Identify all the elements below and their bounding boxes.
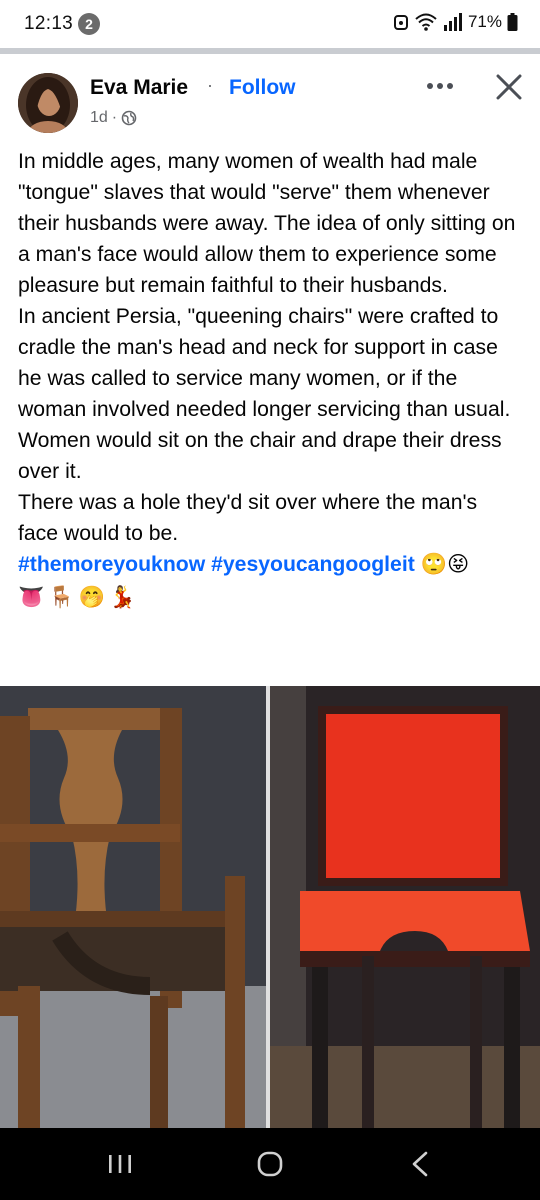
recents-icon[interactable] xyxy=(96,1148,144,1180)
status-icons: 71% xyxy=(393,12,518,32)
hashtag-line: #themoreyouknow #yesyoucangoogleit 🙄😝 xyxy=(18,549,518,580)
home-icon[interactable] xyxy=(246,1148,294,1180)
emoji: 🙄 xyxy=(420,553,448,576)
post-paragraph: Women would sit on the chair and drape t… xyxy=(18,429,502,483)
hashtag-link[interactable]: #yesyoucangoogleit xyxy=(211,553,415,576)
alarm-icon xyxy=(393,15,408,30)
notification-count-badge: 2 xyxy=(78,13,100,35)
post-age[interactable]: 1d xyxy=(90,109,108,127)
post-body: In middle ages, many women of wealth had… xyxy=(18,146,518,612)
hashtag-link[interactable]: #themoreyouknow xyxy=(18,553,205,576)
post-photo[interactable] xyxy=(0,686,540,1128)
author-avatar[interactable] xyxy=(18,73,78,133)
emoji-row: 👅 🪑 🤭 💃 xyxy=(18,582,518,612)
signal-icon xyxy=(443,13,462,31)
author-name[interactable]: Eva Marie xyxy=(90,76,188,100)
post-meta: 1d · xyxy=(90,109,137,127)
close-icon[interactable] xyxy=(492,70,526,104)
battery-percent: 71% xyxy=(467,12,502,31)
wifi-icon xyxy=(415,13,437,31)
emoji: 🤭 xyxy=(78,585,106,609)
post-paragraph: In ancient Persia, "queening chairs" wer… xyxy=(18,305,511,421)
back-icon[interactable] xyxy=(396,1148,444,1180)
status-bar: 12:13 2 71% xyxy=(0,0,540,48)
emoji: 💃 xyxy=(109,585,136,609)
post-header: Eva Marie · Follow 1d · xyxy=(0,54,540,144)
follow-button[interactable]: Follow xyxy=(229,76,296,100)
emoji: 😝 xyxy=(447,553,470,576)
system-navigation-bar xyxy=(0,1128,540,1200)
battery-icon xyxy=(507,13,518,31)
emoji: 👅 xyxy=(18,585,45,609)
status-time: 12:13 xyxy=(24,13,74,34)
post-paragraph: In middle ages, many women of wealth had… xyxy=(18,150,516,297)
name-separator: · xyxy=(207,75,213,95)
more-options-icon[interactable] xyxy=(422,72,458,100)
globe-icon xyxy=(121,110,137,126)
post-paragraph: There was a hole they'd sit over where t… xyxy=(18,491,478,545)
emoji: 🪑 xyxy=(48,585,75,609)
meta-separator: · xyxy=(111,109,118,126)
